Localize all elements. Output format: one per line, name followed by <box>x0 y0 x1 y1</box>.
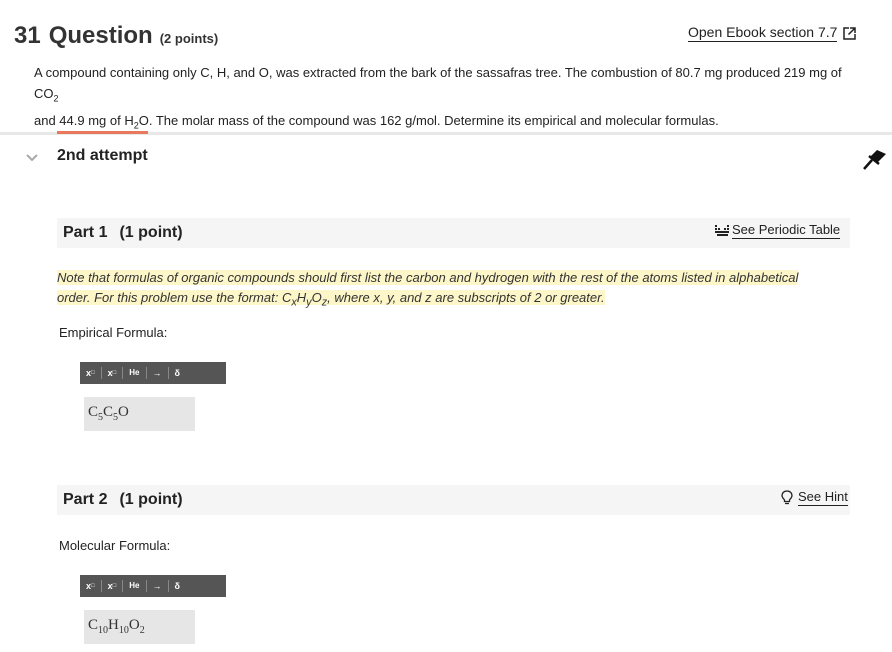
lightbulb-icon <box>781 490 793 505</box>
open-ebook-link[interactable]: Open Ebook section 7.7 <box>688 24 857 42</box>
note-line-1: Note that formulas of organic compounds … <box>57 270 799 285</box>
see-periodic-table-label: See Periodic Table <box>732 222 841 239</box>
question-title: Question <box>48 22 153 49</box>
subscript-button[interactable]: x □ <box>102 579 123 593</box>
part2-title: Part 2 <box>63 491 108 508</box>
part1-title: Part 1 <box>63 224 108 241</box>
pin-icon[interactable] <box>862 147 888 176</box>
format-note: Note that formulas of organic compounds … <box>57 268 822 313</box>
question-header: 31 Question (2 points) <box>14 22 218 50</box>
note-line-2: order. For this problem use the format: … <box>57 290 292 305</box>
open-ebook-label: Open Ebook section 7.7 <box>688 24 838 42</box>
delta-button[interactable]: δ <box>169 579 186 593</box>
isotope-button[interactable]: He <box>123 366 145 380</box>
delta-button[interactable]: δ <box>169 366 186 380</box>
isotope-button[interactable]: He <box>123 579 145 593</box>
reaction-arrow-button[interactable]: → <box>147 579 168 593</box>
question-number: 31 <box>14 22 41 49</box>
subscript-button[interactable]: x □ <box>102 366 123 380</box>
part2-header: Part 2 (1 point) <box>57 485 850 515</box>
see-hint-link[interactable]: See Hint <box>781 489 848 506</box>
chevron-down-icon[interactable] <box>26 151 38 165</box>
see-periodic-table-link[interactable]: See Periodic Table <box>715 222 841 239</box>
see-hint-label: See Hint <box>798 489 848 506</box>
superscript-button[interactable]: x □ <box>80 579 101 593</box>
external-link-icon <box>843 26 857 40</box>
part1-points: (1 point) <box>119 224 183 241</box>
formula-toolbar-1: x □ x □ He → δ <box>80 362 226 384</box>
note-line-2-end: , where x, y, and z are subscripts of 2 … <box>327 290 605 305</box>
attempt-label[interactable]: 2nd attempt <box>57 147 148 165</box>
question-points: (2 points) <box>159 31 219 46</box>
reaction-arrow-button[interactable]: → <box>147 366 168 380</box>
superscript-button[interactable]: x □ <box>80 366 101 380</box>
question-text-3: O. The molar mass of the compound was 16… <box>138 112 719 128</box>
formula-toolbar-2: x □ x □ He → δ <box>80 575 226 597</box>
part2-points: (1 point) <box>119 491 183 508</box>
question-text: A compound containing only C, H, and O, … <box>34 62 854 136</box>
co2-subscript: 2 <box>53 93 59 104</box>
note-o: O <box>311 290 322 305</box>
empirical-formula-input[interactable]: C5C5O <box>84 397 195 431</box>
periodic-table-icon <box>715 225 729 236</box>
question-text-2: and 44.9 mg of H <box>34 112 134 128</box>
molecular-formula-label: Molecular Formula: <box>59 538 171 553</box>
molecular-formula-input[interactable]: C10H10O2 <box>84 610 195 644</box>
empirical-formula-label: Empirical Formula: <box>59 325 168 340</box>
attempt-tab-indicator <box>57 131 148 134</box>
question-text-1: A compound containing only C, H, and O, … <box>34 65 842 101</box>
note-h: H <box>296 290 307 305</box>
